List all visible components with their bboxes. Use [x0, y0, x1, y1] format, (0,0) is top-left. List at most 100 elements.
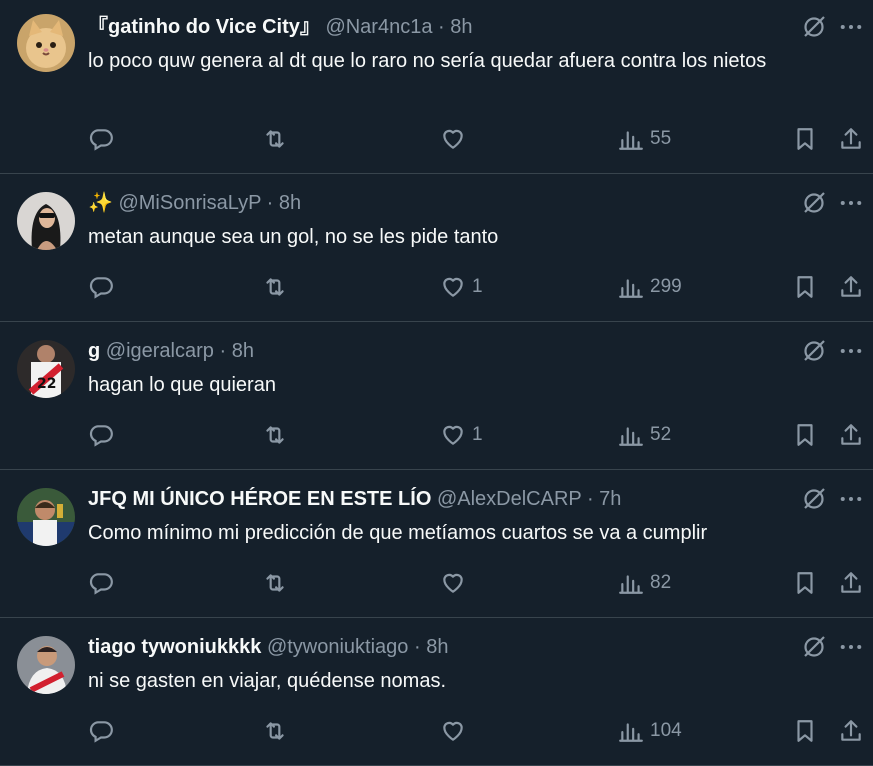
like-count: 1	[472, 424, 483, 445]
timestamp[interactable]: 8h	[279, 192, 301, 214]
views-chart-icon	[619, 575, 643, 594]
separator-dot: ·	[438, 16, 445, 38]
tweet-text: lo poco quw genera al dt que lo raro no …	[88, 50, 767, 72]
user-handle[interactable]: @igeralcarp	[106, 340, 214, 362]
display-name[interactable]: 『gatinho do Vice City』	[88, 16, 320, 38]
heart-icon	[443, 573, 463, 593]
share-button[interactable]	[838, 717, 864, 745]
user-handle[interactable]: @MiSonrisaLyP	[118, 192, 261, 214]
more-options-icon[interactable]	[837, 14, 865, 40]
more-options-icon[interactable]	[837, 190, 865, 216]
tweet-header: JFQ MI ÚNICO HÉROE EN ESTE LÍO @AlexDelC…	[88, 486, 783, 512]
timestamp[interactable]: 8h	[426, 636, 448, 658]
timestamp[interactable]: 8h	[232, 340, 254, 362]
share-button[interactable]	[838, 569, 864, 597]
grok-icon[interactable]	[801, 338, 827, 364]
timestamp[interactable]: 7h	[599, 488, 621, 510]
like-button[interactable]	[440, 569, 472, 597]
action-bar: 82	[88, 569, 873, 597]
tweet[interactable]: 『gatinho do Vice City』 @Nar4nc1a · 8h lo…	[0, 0, 873, 174]
retweet-button[interactable]	[262, 569, 294, 597]
grok-icon[interactable]	[801, 634, 827, 660]
view-count: 55	[650, 128, 672, 149]
view-count: 52	[650, 424, 672, 445]
woman-avatar[interactable]	[17, 192, 75, 250]
timestamp[interactable]: 8h	[450, 16, 472, 38]
player-avatar[interactable]	[17, 488, 75, 546]
retweet-button[interactable]	[262, 273, 294, 301]
retweet-icon	[266, 278, 284, 296]
bookmark-icon	[797, 720, 813, 742]
reply-button[interactable]	[88, 125, 120, 153]
retweet-icon	[266, 426, 284, 444]
tweet[interactable]: ✨ @MiSonrisaLyP · 8h metan aunque sea un…	[0, 174, 873, 322]
retweet-button[interactable]	[262, 125, 294, 153]
views-button[interactable]: 55	[618, 125, 671, 153]
tweet[interactable]: 22 g @igeralcarp · 8h hagan lo que quier…	[0, 322, 873, 470]
reply-button[interactable]	[88, 569, 120, 597]
tweet-header: ✨ @MiSonrisaLyP · 8h	[88, 190, 783, 216]
views-button[interactable]: 104	[618, 717, 682, 745]
more-options-icon[interactable]	[837, 486, 865, 512]
views-button[interactable]: 82	[618, 569, 671, 597]
kitten-avatar[interactable]	[17, 14, 75, 72]
share-button[interactable]	[838, 125, 864, 153]
grok-icon[interactable]	[801, 14, 827, 40]
display-name[interactable]: ✨	[88, 192, 113, 214]
like-button[interactable]: 1	[440, 421, 483, 449]
share-icon	[841, 572, 861, 593]
reply-icon	[89, 425, 113, 447]
reply-feed: 『gatinho do Vice City』 @Nar4nc1a · 8h lo…	[0, 0, 873, 766]
separator-dot: ·	[266, 192, 274, 214]
tweet[interactable]: tiago tywoniukkkk @tywoniuktiago · 8h ni…	[0, 618, 873, 766]
reply-button[interactable]	[88, 273, 120, 301]
tweet[interactable]: JFQ MI ÚNICO HÉROE EN ESTE LÍO @AlexDelC…	[0, 470, 873, 618]
tweet-text: metan aunque sea un gol, no se les pide …	[88, 226, 499, 248]
reply-button[interactable]	[88, 421, 120, 449]
retweet-icon	[266, 722, 284, 740]
bookmark-button[interactable]	[792, 569, 818, 597]
views-chart-icon	[619, 279, 643, 298]
display-name[interactable]: JFQ MI ÚNICO HÉROE EN ESTE LÍO	[88, 488, 431, 510]
views-chart-icon	[619, 723, 643, 742]
share-icon	[841, 276, 861, 297]
bookmark-icon	[797, 276, 813, 298]
bookmark-button[interactable]	[792, 273, 818, 301]
user-handle[interactable]: @Nar4nc1a	[325, 16, 432, 38]
reply-icon	[89, 721, 113, 743]
separator-dot: ·	[413, 636, 421, 658]
action-bar: 55	[88, 125, 873, 153]
tweet-text: ni se gasten en viajar, quédense nomas.	[88, 670, 447, 692]
bookmark-icon	[797, 128, 813, 150]
bookmark-icon	[797, 424, 813, 446]
bookmark-button[interactable]	[792, 125, 818, 153]
like-button[interactable]	[440, 717, 472, 745]
retweet-button[interactable]	[262, 717, 294, 745]
like-button[interactable]	[440, 125, 472, 153]
jersey-avatar[interactable]: 22	[17, 340, 75, 398]
share-button[interactable]	[838, 273, 864, 301]
views-button[interactable]: 52	[618, 421, 671, 449]
display-name[interactable]: tiago tywoniukkkk	[88, 636, 261, 658]
display-name[interactable]: g	[88, 340, 100, 362]
tweet-header: tiago tywoniukkkk @tywoniuktiago · 8h	[88, 634, 783, 660]
views-button[interactable]: 299	[618, 273, 682, 301]
bookmark-button[interactable]	[792, 717, 818, 745]
retweet-icon	[266, 574, 284, 592]
share-button[interactable]	[838, 421, 864, 449]
more-options-icon[interactable]	[837, 634, 865, 660]
retweet-button[interactable]	[262, 421, 294, 449]
grok-icon[interactable]	[801, 486, 827, 512]
bookmark-button[interactable]	[792, 421, 818, 449]
share-icon	[841, 720, 861, 741]
views-chart-icon	[619, 131, 643, 150]
reply-button[interactable]	[88, 717, 120, 745]
user-handle[interactable]: @tywoniuktiago	[267, 636, 408, 658]
like-count: 1	[472, 276, 483, 297]
reply-icon	[89, 129, 113, 151]
fan-avatar[interactable]	[17, 636, 75, 694]
like-button[interactable]: 1	[440, 273, 483, 301]
user-handle[interactable]: @AlexDelCARP	[437, 488, 581, 510]
more-options-icon[interactable]	[837, 338, 865, 364]
grok-icon[interactable]	[801, 190, 827, 216]
